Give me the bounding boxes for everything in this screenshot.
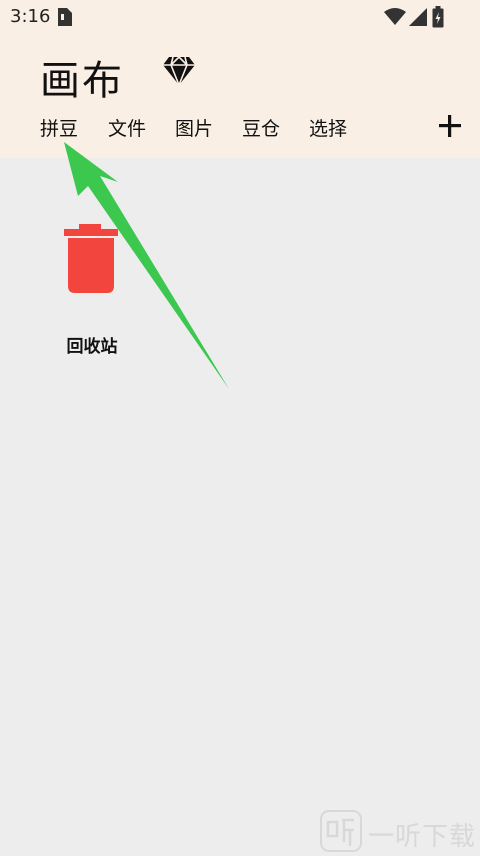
tab-images[interactable]: 图片 [175, 114, 213, 141]
status-time: 3:16 [10, 6, 51, 27]
tab-select[interactable]: 选择 [309, 114, 347, 141]
gem-icon[interactable] [162, 55, 196, 90]
app-header: 3:16 画布 拼豆 文件 图片 豆仓 选择 [0, 0, 480, 158]
signal-icon [408, 7, 428, 31]
tab-bar: 拼豆 文件 图片 豆仓 选择 [0, 108, 480, 148]
tab-files[interactable]: 文件 [108, 114, 146, 141]
trash-icon [64, 224, 118, 298]
watermark-text: 一听下载 [368, 822, 477, 852]
tab-bean-storage[interactable]: 豆仓 [242, 114, 280, 141]
watermark: 一听下载 [318, 808, 480, 854]
plus-icon[interactable] [436, 112, 464, 144]
recycle-bin-item[interactable]: 回收站 [50, 210, 140, 360]
battery-icon [432, 6, 444, 32]
status-bar: 3:16 [0, 0, 480, 34]
wifi-icon [384, 8, 406, 30]
ting-logo-icon [320, 810, 362, 856]
sim-icon [58, 8, 72, 30]
tab-pindou[interactable]: 拼豆 [40, 114, 78, 141]
page-title: 画布 [40, 58, 124, 104]
recycle-bin-label: 回收站 [66, 337, 118, 357]
